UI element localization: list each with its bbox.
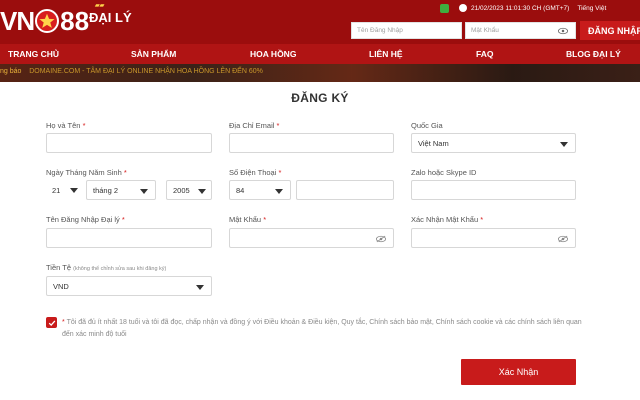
confirm-password-input[interactable] <box>411 228 576 248</box>
phone-label: Số Điện Thoại * <box>229 168 281 177</box>
nav-item-home[interactable]: TRANG CHỦ <box>8 44 59 64</box>
phone-code-value: 84 <box>236 185 245 195</box>
brand-logo[interactable]: VN 88 <box>0 6 89 36</box>
dob-day-select[interactable]: 21 <box>46 180 82 200</box>
phone-label-text: Số Điện Thoại <box>229 168 277 177</box>
dob-year-select[interactable]: 2005 <box>166 180 212 200</box>
country-value: Việt Nam <box>418 138 449 148</box>
required-mark: * <box>480 215 484 224</box>
required-mark: * <box>278 168 282 177</box>
required-mark: * <box>121 215 125 224</box>
country-label: Quốc Gia <box>411 121 443 130</box>
login-button[interactable]: ĐĂNG NHẬP <box>580 21 640 40</box>
terms-text: * Tôi đã đủ ít nhất 18 tuổi và tôi đã đọ… <box>62 317 582 341</box>
logo-daily-text: ĐẠI LÝ <box>89 10 132 25</box>
dob-label-text: Ngày Tháng Năm Sinh <box>46 168 122 177</box>
dob-day-value: 21 <box>52 185 61 195</box>
dob-label: Ngày Tháng Năm Sinh * <box>46 168 127 177</box>
eye-off-icon[interactable] <box>376 235 386 243</box>
nav-item-faq[interactable]: FAQ <box>476 44 493 64</box>
announcement-text: ng báo DOMAINE.COM - TÂM ĐẠI LÝ ONLINE N… <box>0 68 263 75</box>
required-mark: * <box>123 168 127 177</box>
login-password-input[interactable]: Mật Khẩu <box>465 22 576 39</box>
login-username-input[interactable]: Tên Đăng Nhập <box>351 22 462 39</box>
notification-icon[interactable] <box>440 3 449 13</box>
dob-month-value: tháng 2 <box>93 185 119 195</box>
currency-hint: (không thể chỉnh sửa sau khi đăng ký) <box>73 266 167 272</box>
page-title: ĐĂNG KÝ <box>291 91 349 105</box>
logo-badge-icon: ▰▰ <box>95 3 105 9</box>
confirm-password-label-text: Xác Nhận Mật Khẩu <box>411 215 479 224</box>
eye-icon[interactable] <box>558 27 568 35</box>
login-password-placeholder: Mật Khẩu <box>471 27 499 34</box>
email-input[interactable] <box>229 133 394 153</box>
announcement-lead: ng báo <box>0 68 22 75</box>
nav-item-products[interactable]: SẢN PHẨM <box>131 44 176 64</box>
logo-text-88: 88 <box>60 5 90 36</box>
currency-select[interactable]: VND <box>46 276 212 296</box>
star-icon <box>35 9 60 33</box>
email-label: Địa Chỉ Email * <box>229 121 279 130</box>
currency-label: Tiền Tệ (không thể chỉnh sửa sau khi đăn… <box>46 263 166 272</box>
dob-year-value: 2005 <box>173 185 190 195</box>
logo-text-vn: VN <box>0 5 35 36</box>
required-mark: * <box>62 319 65 326</box>
password-label: Mật Khẩu * <box>229 215 266 224</box>
required-mark: * <box>263 215 267 224</box>
full-name-label-text: Họ và Tên <box>46 121 81 130</box>
phone-input[interactable] <box>296 180 394 200</box>
chevron-down-icon <box>140 189 148 194</box>
logo-subtitle: ▰▰ ĐẠI LÝ <box>89 2 132 28</box>
required-mark: * <box>82 121 86 130</box>
password-label-text: Mật Khẩu <box>229 215 262 224</box>
agent-username-label: Tên Đăng Nhập Đại lý * <box>46 215 125 224</box>
currency-label-text: Tiền Tệ <box>46 263 72 272</box>
password-input[interactable] <box>229 228 394 248</box>
chevron-down-icon <box>560 142 568 147</box>
chevron-down-icon <box>198 189 206 194</box>
checkmark-icon <box>48 319 55 326</box>
social-label: Zalo hoặc Skype ID <box>411 168 477 177</box>
registration-page: VN 88 ▰▰ ĐẠI LÝ 21/02/2023 11:01:30 CH (… <box>0 0 640 400</box>
required-mark: * <box>276 121 280 130</box>
social-id-input[interactable] <box>411 180 576 200</box>
chevron-down-icon <box>196 285 204 290</box>
main-nav: TRANG CHỦ SẢN PHẨM HOA HỒNG LIÊN HỆ FAQ … <box>0 44 640 64</box>
datetime-text: 21/02/2023 11:01:30 CH (GMT+7) <box>471 4 570 12</box>
nav-item-blog[interactable]: BLOG ĐẠI LÝ <box>566 44 621 64</box>
language-selector[interactable]: Tiếng Việt <box>577 5 606 12</box>
terms-body: Tôi đã đủ ít nhất 18 tuổi và tôi đã đọc,… <box>62 319 582 338</box>
submit-button[interactable]: Xác Nhận <box>461 359 576 385</box>
announcement-body: DOMAINE.COM - TÂM ĐẠI LÝ ONLINE NHẬN HOA… <box>29 68 263 75</box>
announcement-bar: ng báo DOMAINE.COM - TÂM ĐẠI LÝ ONLINE N… <box>0 64 640 82</box>
chevron-down-icon <box>275 189 283 194</box>
agent-username-input[interactable] <box>46 228 212 248</box>
clock-icon <box>459 4 467 12</box>
agent-username-label-text: Tên Đăng Nhập Đại lý <box>46 215 120 224</box>
full-name-input[interactable] <box>46 133 212 153</box>
eye-off-icon[interactable] <box>558 235 568 243</box>
chevron-down-icon <box>70 188 78 193</box>
confirm-password-label: Xác Nhận Mật Khẩu * <box>411 215 483 224</box>
top-strip: 21/02/2023 11:01:30 CH (GMT+7) Tiếng Việ… <box>440 2 606 14</box>
nav-item-commission[interactable]: HOA HỒNG <box>250 44 296 64</box>
currency-value: VND <box>53 281 69 291</box>
site-header: VN 88 ▰▰ ĐẠI LÝ 21/02/2023 11:01:30 CH (… <box>0 0 640 44</box>
terms-checkbox[interactable] <box>46 317 57 328</box>
dob-month-select[interactable]: tháng 2 <box>86 180 156 200</box>
country-select[interactable]: Việt Nam <box>411 133 576 153</box>
full-name-label: Họ và Tên * <box>46 121 85 130</box>
email-label-text: Địa Chỉ Email <box>229 121 275 130</box>
nav-item-contact[interactable]: LIÊN HỆ <box>369 44 403 64</box>
phone-code-select[interactable]: 84 <box>229 180 291 200</box>
